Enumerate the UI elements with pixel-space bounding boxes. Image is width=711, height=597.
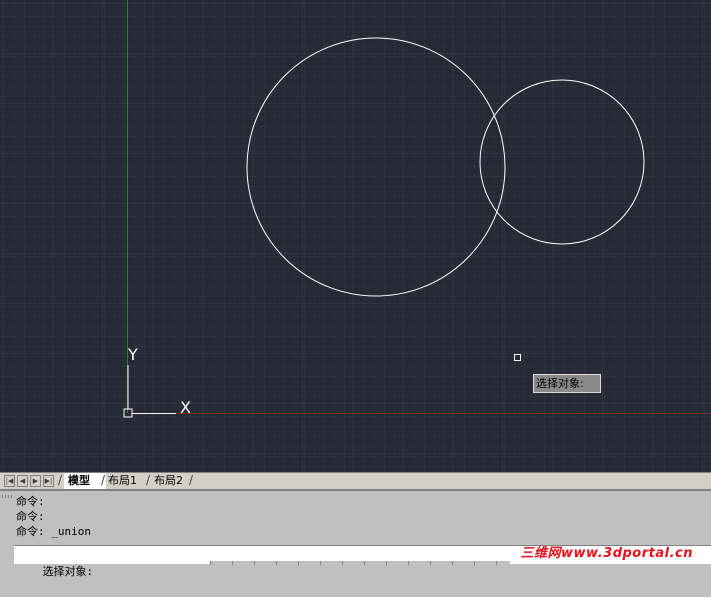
dynamic-input-tooltip: 选择对象: (533, 374, 601, 393)
tab-divider: / (58, 473, 63, 487)
tab-layout1[interactable]: 布局1 (108, 473, 148, 489)
command-window: 命令: 命令: 命令: _union 选择对象: 三维网www.3dportal… (0, 489, 711, 578)
history-line: 命令: (16, 495, 45, 508)
first-tab-icon[interactable]: |◀ (4, 475, 15, 487)
grid (0, 0, 711, 472)
history-line: 命令: _union (16, 525, 91, 538)
command-prompt-text: 选择对象: (42, 565, 94, 578)
command-window-grip[interactable] (2, 495, 12, 555)
next-tab-icon[interactable]: ▶ (30, 475, 41, 487)
last-tab-icon[interactable]: ▶| (43, 475, 54, 487)
watermark-logo: 三维网www.3dportal.cn (520, 546, 693, 561)
history-line: 命令: (16, 510, 45, 523)
tab-layout2[interactable]: 布局2 (154, 473, 194, 489)
ucs-x-label: X (180, 398, 191, 417)
tab-label: 模型 (68, 474, 90, 487)
tab-label: 布局2 (154, 474, 183, 487)
status-bar-strip (210, 561, 510, 565)
tab-divider: / (146, 473, 151, 487)
prev-tab-icon[interactable]: ◀ (17, 475, 28, 487)
tab-divider: / (189, 473, 194, 487)
ucs-y-label: Y (127, 345, 138, 364)
command-history: 命令: 命令: 命令: _union (16, 494, 706, 539)
tab-model[interactable]: 模型 (64, 473, 106, 489)
tab-label: 布局1 (108, 474, 137, 487)
drawing-canvas[interactable]: Y X (0, 0, 711, 472)
drawing-viewport[interactable]: Y X 选择对象: (0, 0, 711, 472)
tab-divider: / (101, 473, 106, 487)
layout-tab-bar: |◀ ◀ ▶ ▶| / 模型 / 布局1 / 布局2 / (0, 472, 711, 489)
